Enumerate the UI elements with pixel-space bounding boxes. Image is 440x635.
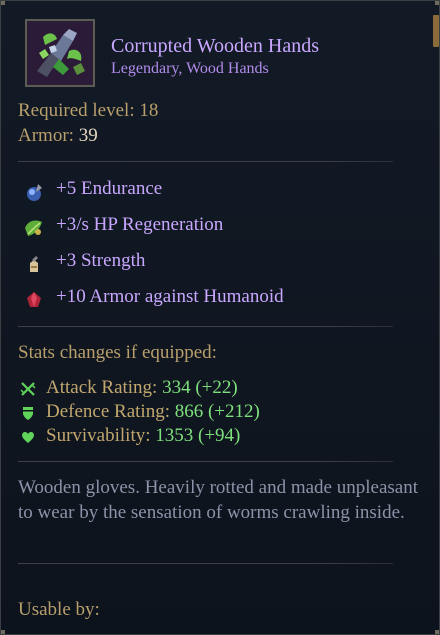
- required-level-label: Required level:: [18, 100, 135, 121]
- frame-corner: [435, 630, 439, 634]
- strength-fist-icon: [30, 256, 38, 272]
- item-portrait: [25, 19, 95, 87]
- required-level-value: 18: [139, 100, 159, 121]
- stats-changes-heading: Stats changes if equipped:: [18, 342, 217, 364]
- item-tooltip: Corrupted Wooden Hands Legendary, Wood H…: [0, 0, 440, 635]
- scrollbar-thumb[interactable]: [433, 15, 439, 47]
- defence-rating-value: 866 (+212): [174, 401, 260, 422]
- divider: [18, 461, 393, 462]
- bonus-endurance-text: +5 Endurance: [56, 178, 163, 199]
- attack-rating-value: 334 (+22): [162, 377, 238, 398]
- divider: [18, 161, 393, 162]
- item-description: Wooden gloves. Heavily rotted and made u…: [18, 477, 418, 523]
- crossed-swords-icon: [20, 382, 36, 396]
- stats-changes-heading-text: Stats changes if equipped:: [18, 342, 217, 363]
- regeneration-leaf-icon: [25, 220, 42, 236]
- armor-row: Armor: 39: [18, 125, 98, 147]
- required-level-row: Required level: 18: [18, 100, 158, 122]
- divider: [18, 326, 393, 327]
- heart-icon: [22, 432, 34, 443]
- shield-icon: [23, 407, 33, 420]
- survivability-row: Survivability: 1353 (+94): [46, 425, 240, 447]
- usable-by-label: Usable by:: [18, 599, 100, 620]
- item-rarity-type: Legendary, Wood Hands: [111, 60, 269, 77]
- defence-rating-label: Defence Rating:: [46, 401, 170, 422]
- frame-corner: [435, 1, 439, 5]
- frame-corner: [1, 1, 5, 5]
- frame-corner: [1, 630, 5, 634]
- divider: [18, 563, 393, 564]
- survivability-value: 1353 (+94): [155, 425, 241, 446]
- bonus-armor-humanoid-text: +10 Armor against Humanoid: [56, 286, 284, 307]
- survivability-label: Survivability:: [46, 425, 151, 446]
- item-name: Corrupted Wooden Hands: [111, 35, 319, 57]
- attack-rating-label: Attack Rating:: [46, 377, 158, 398]
- bonus-strength-text: +3 Strength: [56, 250, 146, 271]
- defence-rating-row: Defence Rating: 866 (+212): [46, 401, 260, 423]
- armor-label: Armor:: [18, 125, 74, 146]
- armor-gem-icon: [27, 292, 41, 307]
- armor-value: 39: [78, 125, 98, 146]
- attack-rating-row: Attack Rating: 334 (+22): [46, 377, 238, 399]
- endurance-orb-icon: [27, 184, 42, 201]
- bonus-hp-regeneration-text: +3/s HP Regeneration: [56, 214, 224, 235]
- wooden-hands-icon: [29, 23, 91, 83]
